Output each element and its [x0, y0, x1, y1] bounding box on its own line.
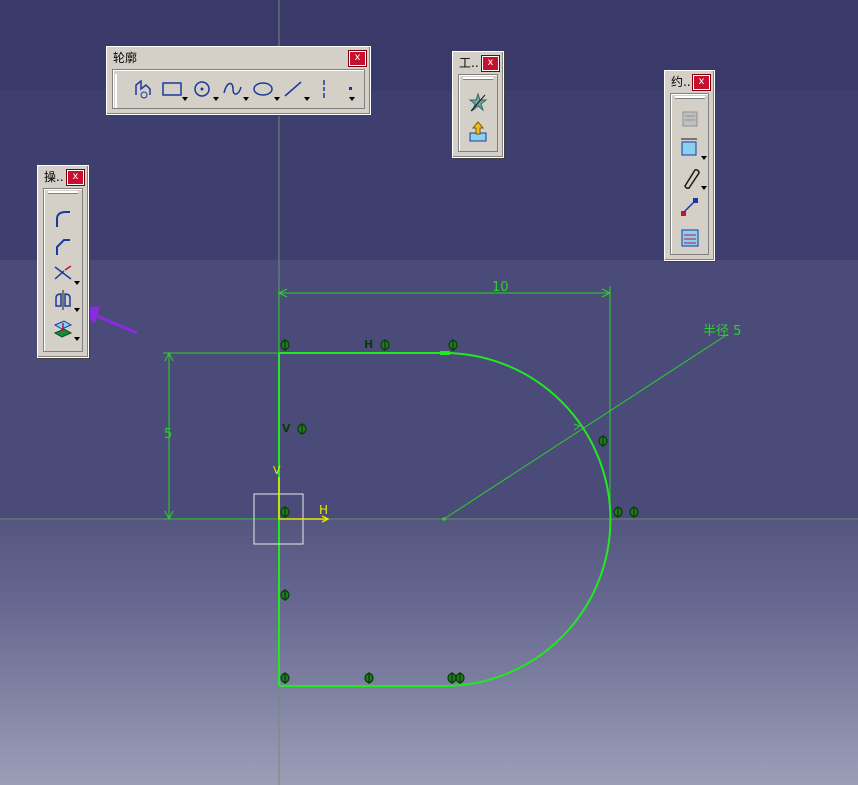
- profile-toolbar[interactable]: 轮廓 x: [106, 46, 371, 115]
- spline-icon[interactable]: [219, 75, 249, 103]
- sketch-canvas[interactable]: [0, 0, 858, 785]
- profile-icon[interactable]: [128, 75, 156, 103]
- arc-center-point[interactable]: [442, 517, 446, 521]
- annotation-arrow: [78, 306, 138, 335]
- circle-icon[interactable]: [189, 75, 219, 103]
- corner-icon[interactable]: [50, 205, 78, 233]
- fix-together-icon[interactable]: [677, 194, 705, 222]
- toolbar-grip[interactable]: [675, 96, 705, 99]
- auto-constraint-icon[interactable]: [677, 224, 705, 252]
- tools-toolbar[interactable]: 工.. x: [452, 51, 504, 158]
- profile-toolbar-title[interactable]: 轮廓: [110, 50, 367, 67]
- line-icon[interactable]: [280, 75, 310, 103]
- constraint-dialog-icon[interactable]: [677, 104, 705, 132]
- dimension-radius-value[interactable]: 半径 5: [703, 320, 741, 339]
- constraints-toolbar-body: [670, 93, 709, 255]
- point-icon[interactable]: [339, 75, 367, 103]
- rectangle-icon[interactable]: [158, 75, 188, 103]
- toolbar-grip[interactable]: [463, 77, 493, 80]
- dimension-width[interactable]: [277, 286, 612, 519]
- dimension-width-value[interactable]: 10: [492, 280, 509, 295]
- constraint-icon[interactable]: [677, 134, 707, 162]
- constraints-toolbar[interactable]: 约.. x: [664, 70, 715, 261]
- axis-icon[interactable]: [310, 75, 338, 103]
- dimension-radius[interactable]: [443, 333, 729, 520]
- dimension-height-value[interactable]: 5: [164, 427, 172, 442]
- contact-constraint-icon[interactable]: [677, 164, 707, 192]
- tools-toolbar-body: [458, 74, 498, 152]
- construction-element-icon[interactable]: [465, 89, 493, 117]
- horizontal-constraint-label: H: [364, 338, 374, 351]
- tools-toolbar-close-button[interactable]: x: [482, 56, 499, 71]
- trim-icon[interactable]: [50, 259, 80, 287]
- toolbar-grip[interactable]: [115, 74, 117, 109]
- exit-workbench-icon[interactable]: [465, 119, 493, 147]
- ellipse-icon[interactable]: [250, 75, 280, 103]
- selected-point-marker[interactable]: [440, 351, 450, 355]
- project-3d-elements-icon[interactable]: [50, 315, 80, 343]
- operations-toolbar-body: [43, 188, 83, 352]
- operations-toolbar[interactable]: 操.. x: [37, 165, 89, 358]
- constraint-symbols[interactable]: [280, 339, 639, 684]
- vertical-constraint-label: V: [282, 422, 291, 435]
- toolbar-grip[interactable]: [48, 191, 78, 194]
- profile-toolbar-body: [112, 69, 365, 109]
- constraints-toolbar-close-button[interactable]: x: [693, 75, 710, 90]
- mirror-icon[interactable]: [50, 286, 80, 314]
- h-axis-label: H: [319, 503, 329, 517]
- profile-toolbar-close-button[interactable]: x: [349, 51, 366, 66]
- v-axis-label: V: [273, 464, 281, 477]
- chamfer-icon[interactable]: [50, 233, 78, 261]
- operations-toolbar-close-button[interactable]: x: [67, 170, 84, 185]
